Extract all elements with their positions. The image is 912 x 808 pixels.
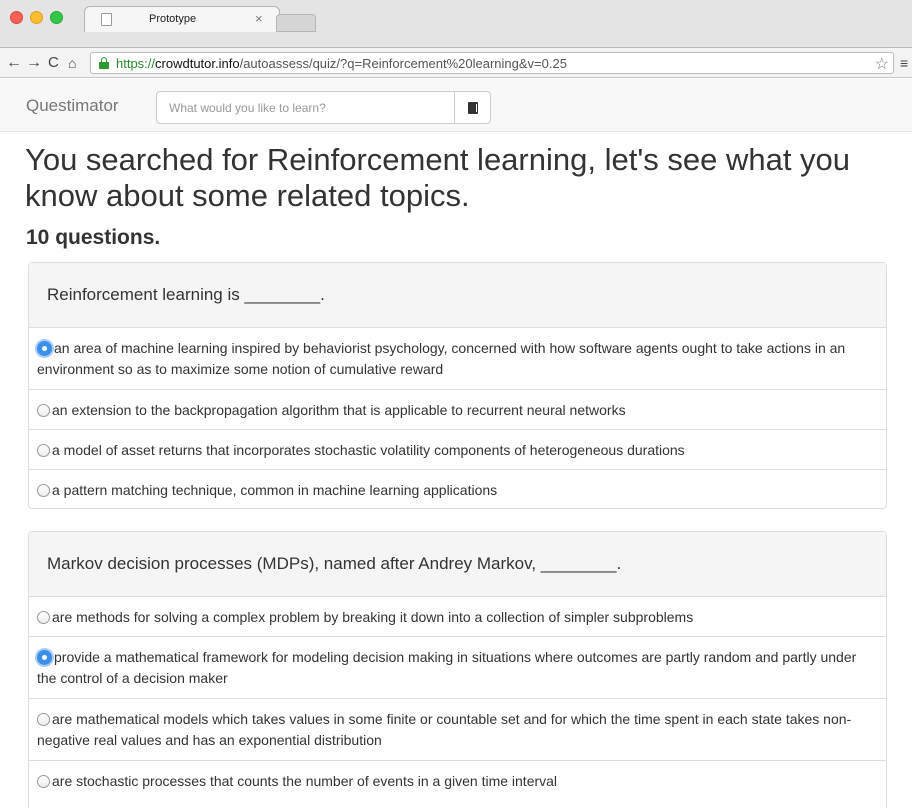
radio-button[interactable] bbox=[37, 404, 50, 417]
document-icon bbox=[101, 13, 112, 26]
radio-button[interactable] bbox=[37, 444, 50, 457]
question-count: 10 questions. bbox=[26, 226, 161, 249]
tab-title: Prototype bbox=[149, 13, 197, 25]
search-input[interactable] bbox=[156, 91, 454, 124]
radio-button[interactable] bbox=[37, 611, 50, 624]
brand-link[interactable]: Questimator bbox=[26, 96, 119, 116]
answer-option[interactable]: are mathematical models which takes valu… bbox=[29, 699, 886, 761]
browser-toolbar: ← → C ⌂ https://crowdtutor.info/autoasse… bbox=[0, 48, 912, 78]
answer-text: are stochastic processes that counts the… bbox=[52, 773, 558, 789]
answer-option[interactable]: an extension to the backpropagation algo… bbox=[29, 390, 886, 430]
radio-button-selected[interactable] bbox=[37, 341, 52, 356]
tab-close-icon[interactable]: × bbox=[255, 11, 263, 26]
lock-icon bbox=[99, 57, 109, 69]
answer-option[interactable]: a model of asset returns that incorporat… bbox=[29, 430, 886, 470]
browser-tab[interactable]: Prototype × bbox=[84, 6, 280, 32]
question-panel: Reinforcement learning is ________. an a… bbox=[28, 262, 887, 509]
answer-option[interactable]: are stochastic processes that counts the… bbox=[29, 761, 886, 801]
home-icon[interactable]: ⌂ bbox=[68, 53, 76, 73]
browser-menu-icon[interactable]: ≡ bbox=[900, 55, 912, 71]
answer-text: are mathematical models which takes valu… bbox=[37, 711, 852, 748]
answer-text: are methods for solving a complex proble… bbox=[52, 609, 694, 625]
minimize-window-icon[interactable] bbox=[30, 11, 43, 24]
page-title: You searched for Reinforcement learning,… bbox=[25, 142, 851, 213]
answer-text: a model of asset returns that incorporat… bbox=[52, 442, 685, 458]
answer-text: an extension to the backpropagation algo… bbox=[52, 402, 626, 418]
question-prompt: Markov decision processes (MDPs), named … bbox=[29, 532, 886, 597]
url-text: https://crowdtutor.info/autoassess/quiz/… bbox=[116, 56, 567, 71]
question-panel: Markov decision processes (MDPs), named … bbox=[28, 531, 887, 808]
back-arrow-icon[interactable]: ← bbox=[6, 53, 22, 73]
close-window-icon[interactable] bbox=[10, 11, 23, 24]
answer-text: provide a mathematical framework for mod… bbox=[37, 649, 857, 686]
new-tab-button[interactable] bbox=[276, 14, 316, 32]
book-icon bbox=[468, 102, 478, 114]
answer-option[interactable]: a pattern matching technique, common in … bbox=[29, 470, 886, 510]
question-prompt: Reinforcement learning is ________. bbox=[29, 263, 886, 328]
reload-icon[interactable]: C bbox=[48, 53, 59, 73]
answer-option[interactable]: provide a mathematical framework for mod… bbox=[29, 637, 886, 699]
url-bar[interactable]: https://crowdtutor.info/autoassess/quiz/… bbox=[90, 52, 894, 74]
maximize-window-icon[interactable] bbox=[50, 11, 63, 24]
forward-arrow-icon[interactable]: → bbox=[26, 53, 42, 73]
search-button[interactable] bbox=[454, 91, 491, 124]
bookmark-star-icon[interactable]: ☆ bbox=[875, 54, 889, 74]
answer-text: an area of machine learning inspired by … bbox=[37, 340, 846, 377]
browser-tab-bar: Prototype × bbox=[0, 0, 912, 48]
radio-button[interactable] bbox=[37, 713, 50, 726]
answer-text: a pattern matching technique, common in … bbox=[52, 482, 498, 498]
radio-button[interactable] bbox=[37, 775, 50, 788]
answer-option[interactable]: an area of machine learning inspired by … bbox=[29, 328, 886, 390]
answer-option[interactable]: are methods for solving a complex proble… bbox=[29, 597, 886, 637]
radio-button-selected[interactable] bbox=[37, 650, 52, 665]
site-navbar: Questimator bbox=[0, 79, 912, 132]
radio-button[interactable] bbox=[37, 484, 50, 497]
